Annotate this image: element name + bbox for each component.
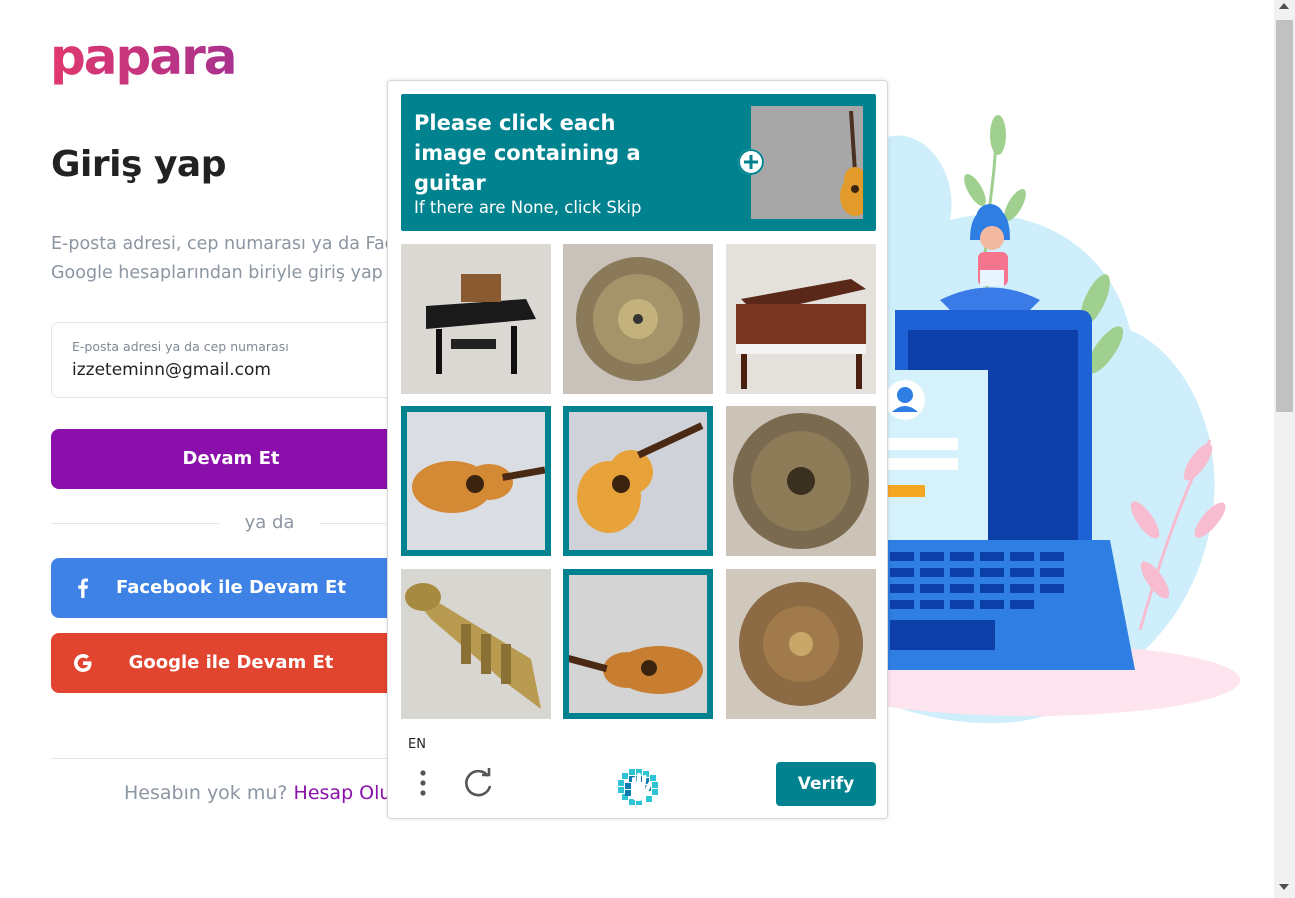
acoustic-guitar-image — [569, 575, 707, 713]
google-login-label: Google ile Devam Et — [128, 652, 334, 673]
scroll-up-arrow-icon[interactable] — [1279, 3, 1289, 9]
captcha-tile[interactable] — [563, 244, 713, 394]
divider-right — [319, 523, 387, 524]
grand-piano-image — [401, 244, 551, 394]
captcha-prompt-text: Please click each image containing a gui… — [414, 111, 641, 195]
cymbal-image — [563, 244, 713, 394]
page-title: Giriş yap — [51, 144, 226, 185]
signup-prompt: Hesabın yok mu? Hesap Oluştur — [124, 782, 429, 804]
captcha-tile[interactable] — [563, 406, 713, 556]
upright-piano-image — [726, 244, 876, 394]
captcha-tile[interactable] — [726, 244, 876, 394]
captcha-prompt-banner: Please click each image containing a gui… — [401, 94, 876, 231]
hcaptcha-hand-icon — [618, 769, 658, 805]
scrollbar-thumb[interactable] — [1276, 20, 1293, 412]
page-subtitle: E-posta adresi, cep numarası ya da Faceb… — [51, 234, 391, 283]
page-scrollbar[interactable] — [1274, 0, 1295, 898]
trumpet-image — [401, 569, 551, 719]
laptop-illustration — [880, 115, 1240, 724]
email-field-value[interactable]: izzeteminn@gmail.com — [72, 360, 271, 380]
acoustic-guitar-image — [569, 412, 707, 550]
captcha-sample-image[interactable] — [751, 106, 863, 219]
facebook-login-button[interactable]: Facebook ile Devam Et — [51, 558, 411, 618]
continue-button[interactable]: Devam Et — [51, 429, 411, 489]
captcha-skip-hint: If there are None, click Skip — [414, 198, 642, 217]
footer-divider — [51, 758, 411, 759]
cymbal-image — [726, 569, 876, 719]
continue-button-label: Devam Et — [182, 448, 280, 469]
captcha-tile[interactable] — [401, 406, 551, 556]
more-vertical-icon[interactable] — [408, 768, 438, 802]
cymbal-image — [726, 406, 876, 556]
svg-text:papara: papara — [50, 32, 234, 86]
captcha-tile[interactable] — [563, 569, 713, 719]
captcha-tile[interactable] — [401, 244, 551, 394]
captcha-tile[interactable] — [726, 406, 876, 556]
captcha-tile[interactable] — [401, 569, 551, 719]
email-field-label: E-posta adresi ya da cep numarası — [72, 339, 289, 354]
plus-circle-icon[interactable] — [738, 149, 764, 175]
acoustic-guitar-image — [407, 412, 545, 550]
papara-logo: papara — [50, 32, 234, 86]
language-selector[interactable]: EN — [408, 737, 426, 752]
google-login-button[interactable]: Google ile Devam Et — [51, 633, 411, 693]
facebook-login-label: Facebook ile Devam Et — [116, 577, 346, 598]
verify-button[interactable]: Verify — [776, 762, 876, 806]
captcha-challenge-dialog: Please click each image containing a gui… — [387, 80, 888, 819]
refresh-icon[interactable] — [462, 767, 496, 801]
captcha-tile[interactable] — [726, 569, 876, 719]
email-field[interactable]: E-posta adresi ya da cep numarası izzete… — [51, 322, 411, 398]
scroll-down-arrow-icon[interactable] — [1279, 884, 1289, 890]
